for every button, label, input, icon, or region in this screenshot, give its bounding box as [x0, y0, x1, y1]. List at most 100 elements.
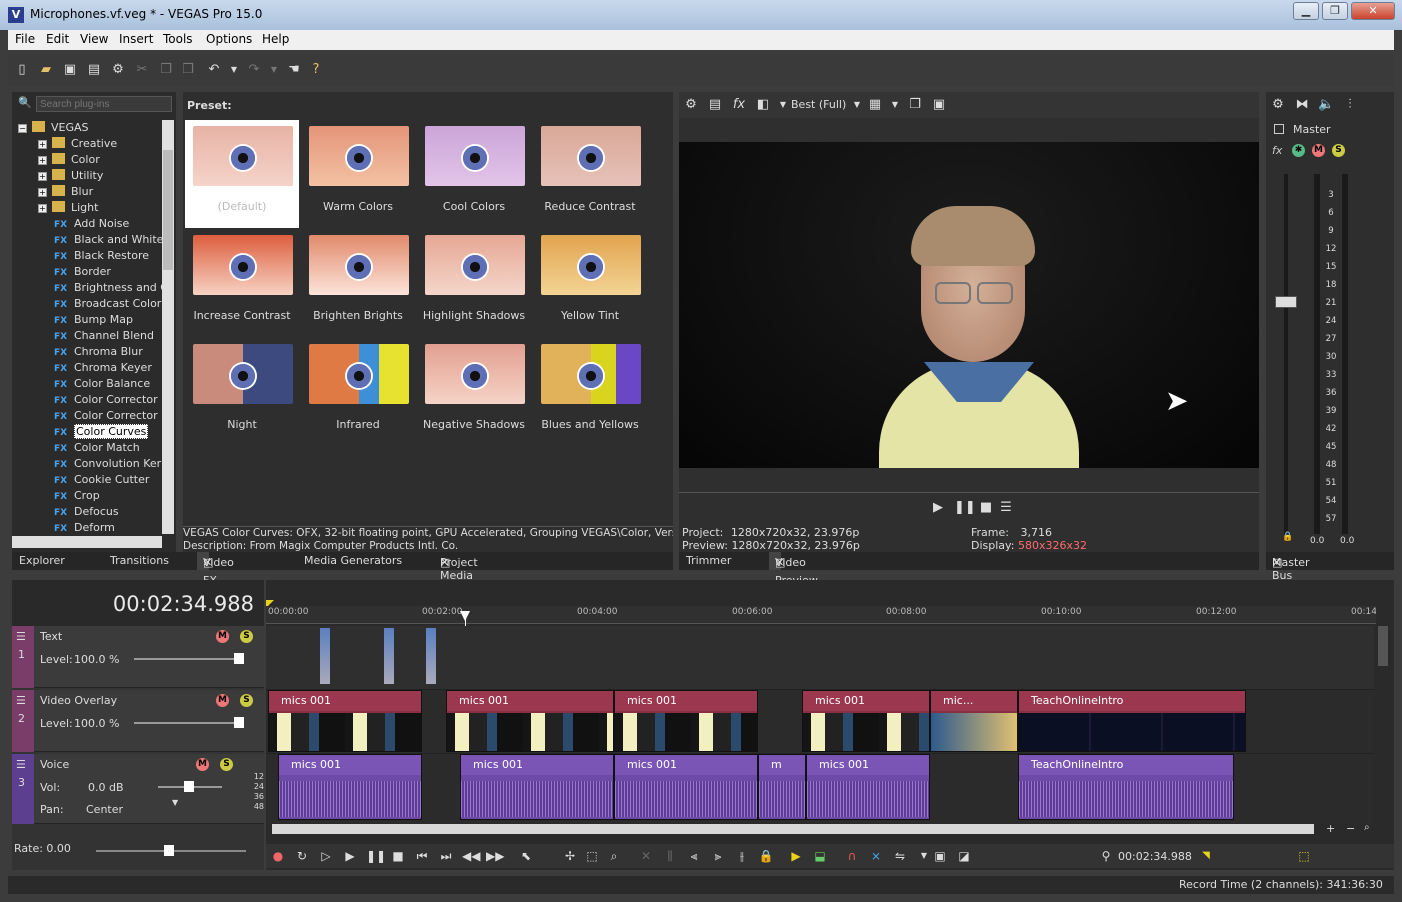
copy-icon[interactable]: ❐ — [158, 62, 174, 78]
track-header-voice[interactable]: 3 ☰ Voice M S Vol: 0.0 dB Pan: Center ▼ … — [12, 754, 264, 824]
tree-folder-blur[interactable]: + Blur — [38, 184, 93, 200]
tree-fx-item[interactable]: FX Color Balance — [54, 376, 150, 392]
solo-icon[interactable]: S — [240, 694, 253, 707]
preset-tile-infrared[interactable]: Infrared — [301, 338, 415, 446]
insert-region-icon[interactable]: ⬓ — [812, 848, 828, 864]
track-menu-icon[interactable]: ☰ — [16, 694, 26, 707]
tree-fx-item[interactable]: FX Crop — [54, 488, 100, 504]
preview-menu-icon[interactable]: ☰ — [998, 500, 1014, 516]
tree-fx-item[interactable]: FX Cookie Cutter — [54, 472, 149, 488]
split-icon[interactable]: ⫲ — [734, 848, 750, 864]
tree-fx-item[interactable]: FX Color Corrector (S — [54, 408, 162, 424]
preview-settings-gear-icon[interactable]: ⚙ — [683, 97, 699, 113]
master-fader-handle[interactable] — [1275, 296, 1297, 308]
tab-transitions[interactable]: Transitions — [110, 554, 169, 567]
rate-slider-handle[interactable] — [164, 845, 174, 856]
time-ruler[interactable]: 00:00:00 00:02:00 00:04:00 00:06:00 00:0… — [266, 606, 1377, 624]
timeline-vertical-scrollbar[interactable] — [1376, 586, 1390, 824]
preview-stop-icon[interactable]: ■ — [978, 500, 994, 516]
video-clip[interactable]: mics 001 — [268, 690, 422, 752]
ripple-dropdown-icon[interactable]: ▼ — [916, 848, 932, 864]
redo-dropdown-icon[interactable]: ▼ — [266, 62, 282, 78]
loop-playback-icon[interactable]: ↻ — [294, 848, 310, 864]
video-clip[interactable]: mics 001 — [614, 690, 758, 752]
preview-pause-icon[interactable]: ❚❚ — [954, 500, 976, 516]
audio-clip[interactable]: mics 001 — [460, 754, 614, 820]
volume-slider-handle[interactable] — [184, 781, 194, 792]
delete-icon[interactable]: ✕ — [638, 848, 654, 864]
paste-icon[interactable]: ❒ — [180, 62, 196, 78]
tab-explorer[interactable]: Explorer — [19, 554, 65, 567]
close-button[interactable]: ✕ — [1351, 2, 1395, 20]
expand-icon[interactable]: + — [38, 140, 47, 149]
tab-close-icon[interactable]: ✕ — [1272, 556, 1281, 569]
video-clip[interactable]: TeachOnlineIntro — [1018, 690, 1246, 752]
tree-horizontal-scrollbar[interactable] — [12, 536, 162, 548]
trim-start-icon[interactable]: ⫷ — [686, 848, 702, 864]
zoom-tool-icon[interactable]: ⌕ — [1364, 822, 1370, 833]
video-output-fx-icon[interactable]: fx — [731, 97, 747, 113]
redo-icon[interactable]: ↷ — [246, 62, 262, 78]
preset-tile-increase-contrast[interactable]: Increase Contrast — [185, 229, 299, 337]
track-name[interactable]: Text — [40, 630, 62, 643]
tree-fx-item[interactable]: FX Color Match — [54, 440, 140, 456]
solo-icon[interactable]: S — [220, 758, 233, 771]
expand-icon[interactable]: + — [38, 172, 47, 181]
zoom-edit-tool-icon[interactable]: ⌕ — [606, 848, 622, 864]
undo-icon[interactable]: ↶ — [206, 62, 222, 78]
track-lane-video[interactable]: mics 001 mics 001 mics 001 mics 001 mic.… — [266, 690, 1374, 754]
tree-fx-item[interactable]: FX Defocus — [54, 504, 119, 520]
play-icon[interactable]: ▶ — [342, 848, 358, 864]
video-clip[interactable]: mic... — [930, 690, 1018, 752]
solo-icon[interactable]: S — [1332, 144, 1345, 157]
preset-tile-warm-colors[interactable]: Warm Colors — [301, 120, 415, 228]
record-icon[interactable]: ● — [270, 848, 286, 864]
tab-close-icon[interactable]: ✕ — [203, 554, 212, 572]
mute-icon[interactable]: M — [216, 694, 229, 707]
speaker-icon[interactable]: 🔈 — [1318, 97, 1334, 113]
next-frame-icon[interactable]: ▶▶ — [486, 848, 504, 864]
track-menu-icon[interactable]: ☰ — [16, 630, 26, 643]
overlays-grid-icon[interactable]: ▦ — [867, 97, 883, 113]
menu-view[interactable]: View — [80, 32, 108, 46]
save-snapshot-icon[interactable]: ▣ — [931, 97, 947, 113]
preview-play-icon[interactable]: ▶ — [930, 500, 946, 516]
new-file-icon[interactable]: ▯ — [14, 62, 30, 78]
preset-tile-default[interactable]: (Default) — [185, 120, 299, 228]
split-screen-dropdown-icon[interactable]: ▼ — [775, 97, 791, 113]
track-header-video-overlay[interactable]: 2 ☰ Video Overlay M S Level: 100.0 % — [12, 690, 264, 752]
split-screen-icon[interactable]: ◧ — [755, 97, 771, 113]
tab-video-fx[interactable]: Video FX □ ✕ — [197, 552, 234, 587]
menu-tools[interactable]: Tools — [163, 32, 193, 46]
tree-fx-item[interactable]: FX Black Restore — [54, 248, 149, 264]
undo-dropdown-icon[interactable]: ▼ — [226, 62, 242, 78]
normal-edit-tool-icon[interactable]: ⬉ — [518, 848, 534, 864]
tree-fx-item[interactable]: FX Bump Map — [54, 312, 133, 328]
minimize-button[interactable]: ▁ — [1293, 2, 1319, 20]
menu-help[interactable]: Help — [262, 32, 289, 46]
properties-gear-icon[interactable]: ⚙ — [110, 62, 126, 78]
pause-icon[interactable]: ❚❚ — [366, 848, 386, 864]
zoom-in-icon[interactable]: + — [1326, 822, 1335, 835]
tree-fx-item-selected[interactable]: FX Color Curves — [54, 424, 149, 440]
open-folder-icon[interactable]: ▰ — [38, 62, 54, 78]
downmix-icon[interactable]: ⧓ — [1294, 97, 1310, 113]
envelope-tool-icon[interactable]: ✢ — [562, 848, 578, 864]
tree-fx-item[interactable]: FX Border — [54, 264, 111, 280]
tree-fx-item[interactable]: FX Brightness and Co — [54, 280, 162, 296]
help-icon[interactable]: ? — [308, 62, 324, 78]
automation-icon[interactable]: ✱ — [1292, 144, 1305, 157]
tree-folder-color[interactable]: + Color — [38, 152, 100, 168]
preview-quality-dropdown-icon[interactable]: ▼ — [849, 97, 865, 113]
stop-icon[interactable]: ■ — [390, 848, 406, 864]
preset-tile-reduce-contrast[interactable]: Reduce Contrast — [533, 120, 647, 228]
previous-frame-icon[interactable]: ◀◀ — [462, 848, 480, 864]
expand-icon[interactable]: + — [38, 156, 47, 165]
video-frame[interactable]: ➤ — [679, 142, 1259, 468]
audio-clip[interactable]: TeachOnlineIntro — [1018, 754, 1234, 820]
lock-envelopes-icon[interactable]: ▣ — [932, 848, 948, 864]
insert-marker-icon[interactable]: ▶ — [788, 848, 804, 864]
text-event[interactable] — [384, 628, 394, 684]
render-icon[interactable]: ▤ — [86, 62, 102, 78]
tree-fx-item[interactable]: FX Chroma Blur — [54, 344, 143, 360]
